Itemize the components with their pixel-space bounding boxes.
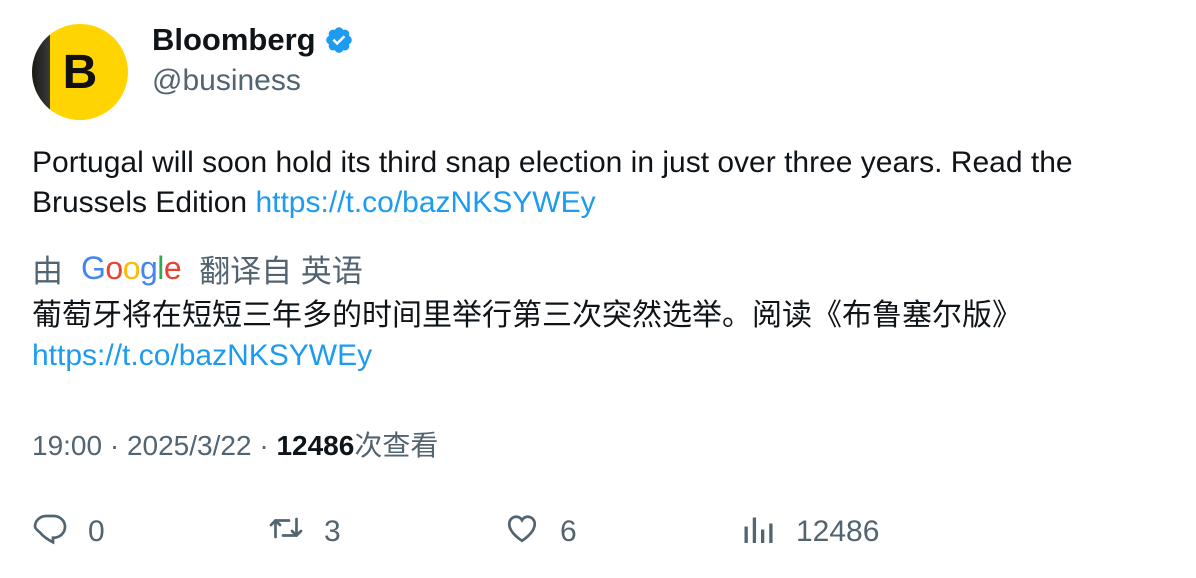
tweet-link[interactable]: https://t.co/bazNKSYWEy — [255, 186, 595, 219]
retweet-count: 3 — [324, 515, 341, 548]
heart-icon — [504, 510, 540, 554]
translation-prefix: 由 — [32, 254, 63, 289]
view-count: 12486 — [276, 430, 355, 461]
tweet-meta: 19:00 · 2025/3/22 · 12486次查看 — [32, 424, 438, 464]
like-count: 6 — [560, 515, 577, 548]
reply-count: 0 — [88, 515, 105, 548]
tweet-time[interactable]: 19:00 — [32, 430, 102, 461]
views-action-count: 12486 — [796, 515, 880, 548]
tweet-text: Portugal will soon hold its third snap e… — [32, 143, 1172, 223]
translated-text: 葡萄牙将在短短三年多的时间里举行第三次突然选举。阅读《布鲁塞尔版》 https:… — [32, 296, 1172, 376]
translated-body: 葡萄牙将在短短三年多的时间里举行第三次突然选举。阅读《布鲁塞尔版》 — [32, 299, 1022, 332]
author-name-row[interactable]: Bloomberg — [152, 22, 354, 58]
meta-separator: · — [109, 430, 120, 461]
reply-button[interactable]: 0 — [32, 510, 105, 554]
views-button[interactable]: 12486 — [740, 510, 879, 554]
translated-link[interactable]: https://t.co/bazNKSYWEy — [32, 339, 372, 372]
retweet-icon — [268, 510, 304, 554]
meta-separator: · — [259, 430, 269, 461]
analytics-icon — [740, 510, 776, 554]
like-button[interactable]: 6 — [504, 510, 577, 554]
avatar[interactable]: B — [32, 24, 128, 120]
reply-icon — [32, 510, 68, 554]
verified-badge-icon — [324, 25, 354, 55]
translation-attribution: 由 Google 翻译自 英语 — [32, 246, 363, 291]
tweet-date[interactable]: 2025/3/22 — [127, 430, 252, 461]
action-bar: 0 3 6 12486 — [32, 510, 1172, 554]
author-name[interactable]: Bloomberg — [152, 22, 316, 58]
retweet-button[interactable]: 3 — [268, 510, 341, 554]
google-logo: Google — [81, 250, 182, 286]
author-handle[interactable]: @business — [152, 64, 301, 98]
avatar-letter: B — [62, 45, 98, 99]
view-count-label: 次查看 — [354, 430, 439, 461]
translation-source-label: 翻译自 英语 — [199, 254, 363, 289]
